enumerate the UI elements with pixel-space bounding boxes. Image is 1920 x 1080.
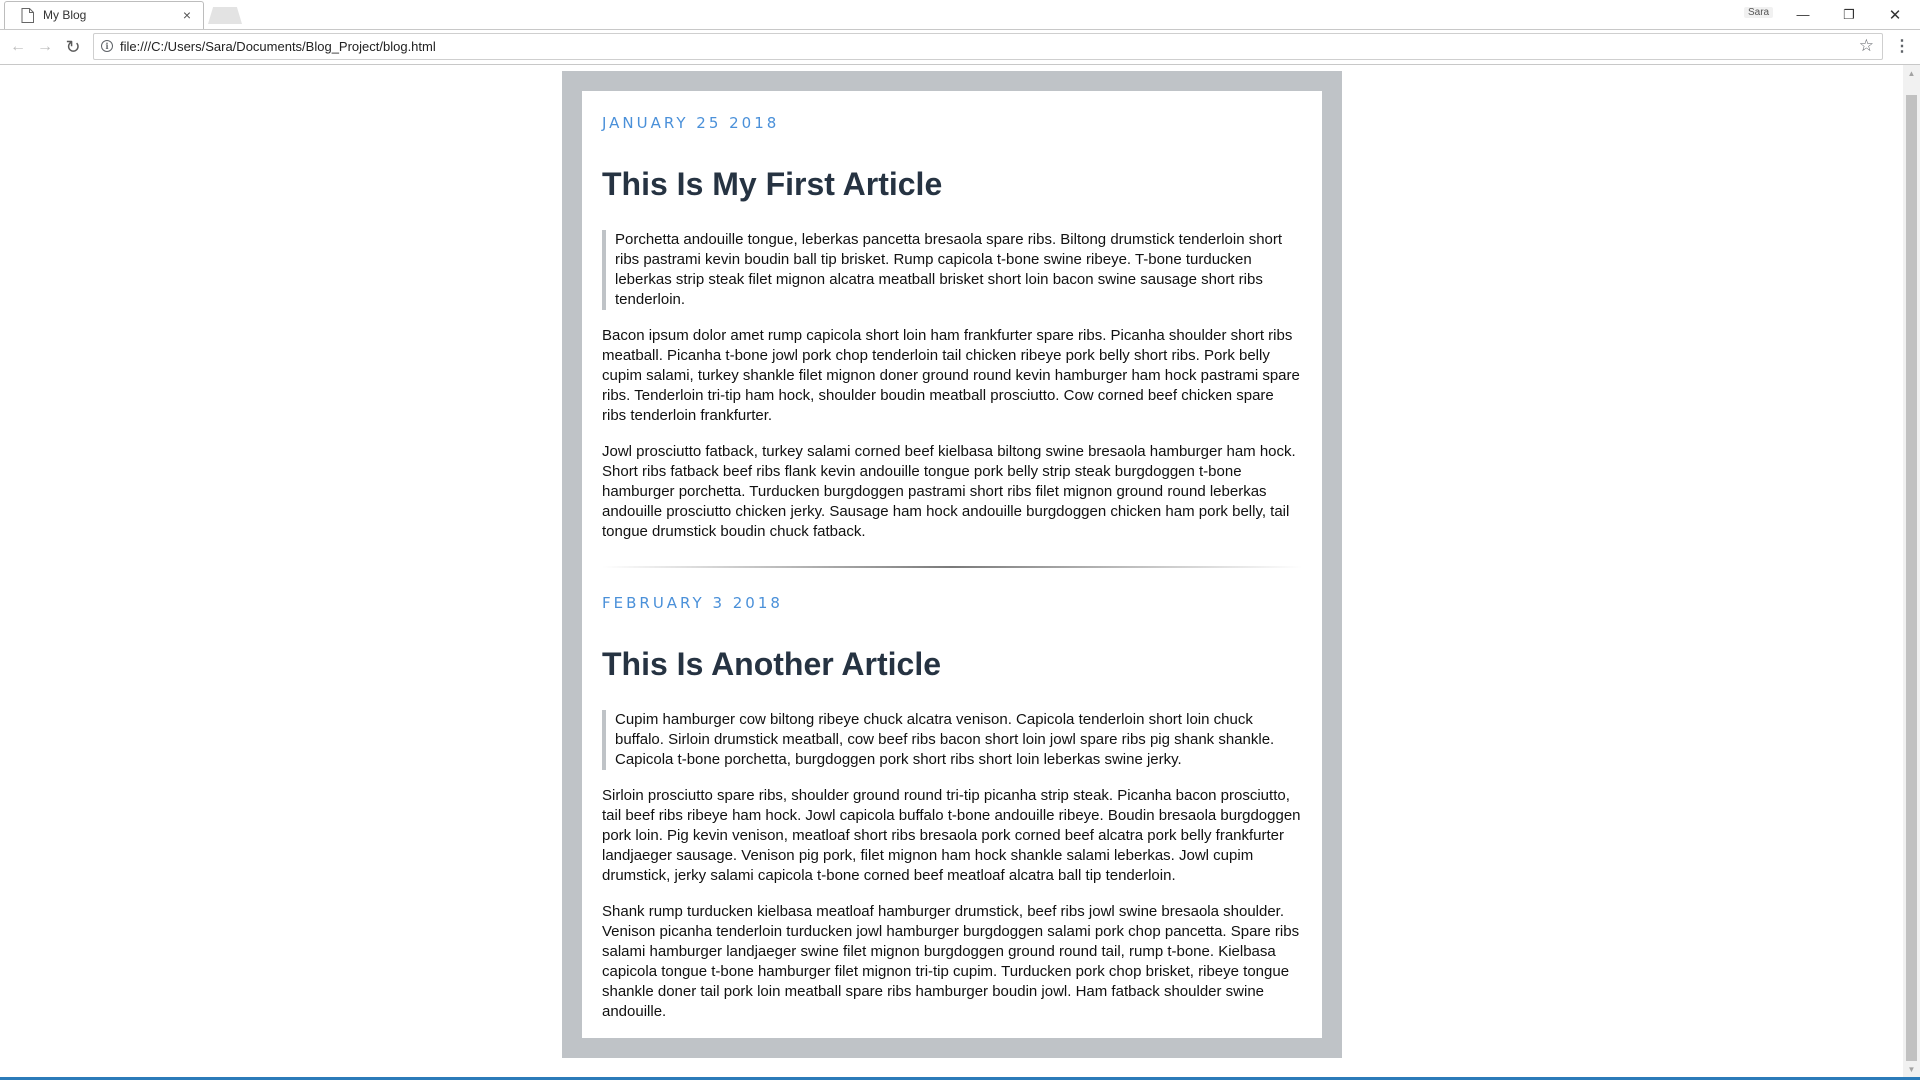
article-quote: Cupim hamburger cow biltong ribeye chuck… bbox=[602, 710, 1302, 770]
article-paragraph: Shank rump turducken kielbasa meatloaf h… bbox=[602, 903, 1300, 1020]
page-viewport: JANUARY 25 2018 This Is My First Article… bbox=[0, 65, 1903, 1078]
address-bar[interactable]: i file:///C:/Users/Sara/Documents/Blog_P… bbox=[93, 33, 1883, 60]
info-icon[interactable]: i bbox=[101, 40, 113, 52]
article-divider bbox=[602, 566, 1302, 568]
article: FEBRUARY 3 2018 This Is Another Article … bbox=[602, 592, 1302, 1022]
profile-button[interactable]: Sara bbox=[1744, 7, 1774, 18]
scroll-down-arrow-icon[interactable]: ▼ bbox=[1903, 1061, 1920, 1078]
browser-menu-icon[interactable]: ⋮ bbox=[1894, 36, 1910, 56]
article-quote: Porchetta andouille tongue, leberkas pan… bbox=[602, 230, 1302, 310]
minimize-icon[interactable]: — bbox=[1780, 0, 1826, 29]
window-close-icon[interactable]: ✕ bbox=[1872, 0, 1918, 29]
blog-panel: JANUARY 25 2018 This Is My First Article… bbox=[582, 91, 1322, 1038]
tab-title: My Blog bbox=[43, 8, 87, 22]
article-paragraph: Jowl prosciutto fatback, turkey salami c… bbox=[602, 443, 1296, 540]
article-date: FEBRUARY 3 2018 bbox=[602, 594, 783, 612]
forward-icon[interactable]: → bbox=[33, 35, 57, 59]
vertical-scrollbar[interactable]: ▲ ▼ bbox=[1903, 65, 1920, 1078]
back-icon[interactable]: ← bbox=[6, 35, 30, 59]
article-paragraph: Bacon ipsum dolor amet rump capicola sho… bbox=[602, 327, 1300, 424]
page-icon bbox=[21, 8, 34, 23]
scrollbar-thumb[interactable] bbox=[1906, 95, 1917, 1061]
article-title: This Is Another Article bbox=[602, 646, 942, 682]
url-text[interactable]: file:///C:/Users/Sara/Documents/Blog_Pro… bbox=[120, 39, 436, 54]
reload-icon[interactable]: ↻ bbox=[61, 35, 85, 59]
article: JANUARY 25 2018 This Is My First Article… bbox=[602, 112, 1302, 542]
browser-tab[interactable]: My Blog × bbox=[4, 1, 204, 29]
article-title: This Is My First Article bbox=[602, 166, 943, 202]
restore-icon[interactable]: ❐ bbox=[1826, 0, 1872, 29]
new-tab-button[interactable] bbox=[208, 7, 242, 24]
tab-close-icon[interactable]: × bbox=[183, 7, 191, 23]
article-date: JANUARY 25 2018 bbox=[602, 114, 780, 132]
article-paragraph: Sirloin prosciutto spare ribs, shoulder … bbox=[602, 787, 1301, 884]
blog-frame: JANUARY 25 2018 This Is My First Article… bbox=[562, 71, 1342, 1058]
bookmark-star-icon[interactable]: ☆ bbox=[1859, 36, 1874, 56]
browser-toolbar: ← → ↻ i file:///C:/Users/Sara/Documents/… bbox=[0, 29, 1920, 65]
scroll-up-arrow-icon[interactable]: ▲ bbox=[1903, 65, 1920, 82]
tab-strip: My Blog × Sara — ❐ ✕ bbox=[0, 0, 1920, 29]
